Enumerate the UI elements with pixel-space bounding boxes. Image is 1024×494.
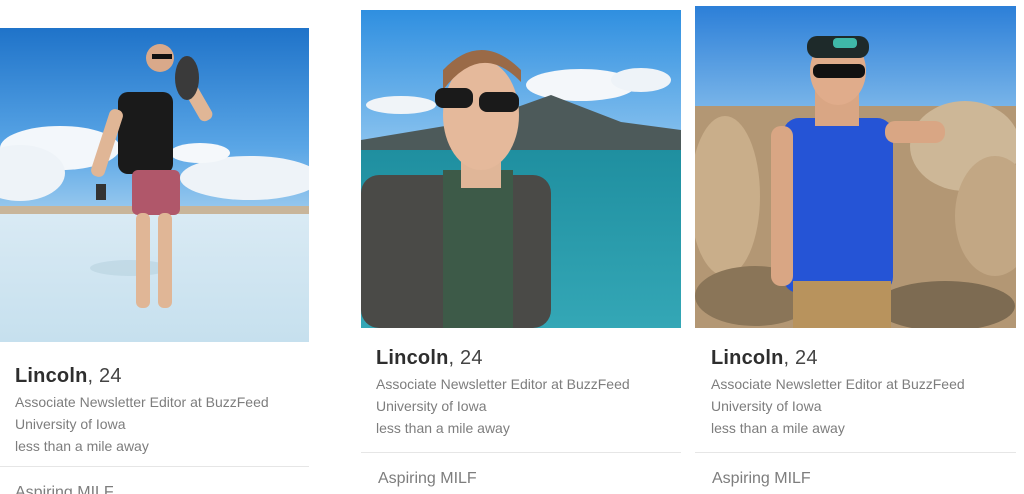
- profile-age: , 24: [87, 365, 122, 387]
- profile-photo-desert[interactable]: [695, 6, 1016, 328]
- profile-card-3[interactable]: Lincoln, 24 Associate Newsletter Editor …: [695, 0, 1016, 494]
- profile-school: University of Iowa: [376, 398, 487, 414]
- profile-name: Lincoln: [711, 347, 784, 369]
- profile-age: , 24: [448, 347, 483, 369]
- profile-name-age: Lincoln, 24: [711, 347, 1016, 370]
- profile-job: Associate Newsletter Editor at BuzzFeed: [15, 394, 269, 410]
- profile-distance: less than a mile away: [711, 420, 845, 436]
- profile-photo-salt-flat[interactable]: [0, 28, 309, 342]
- profile-card-2[interactable]: Lincoln, 24 Associate Newsletter Editor …: [361, 0, 681, 494]
- profile-bio: Aspiring MILF: [378, 470, 477, 487]
- profile-card-1[interactable]: Lincoln, 24 Associate Newsletter Editor …: [0, 0, 309, 494]
- profile-school: University of Iowa: [711, 398, 822, 414]
- profile-bio: Aspiring MILF: [712, 470, 811, 487]
- profile-distance: less than a mile away: [15, 438, 149, 454]
- divider: [361, 452, 681, 453]
- profile-info-1: Lincoln, 24 Associate Newsletter Editor …: [0, 365, 309, 454]
- profile-photo-lake[interactable]: [361, 10, 681, 328]
- divider: [695, 452, 1016, 453]
- profile-name-age: Lincoln, 24: [15, 365, 309, 388]
- profile-age: , 24: [783, 347, 818, 369]
- profile-job: Associate Newsletter Editor at BuzzFeed: [711, 376, 965, 392]
- profile-name: Lincoln: [15, 365, 88, 387]
- profile-name: Lincoln: [376, 347, 449, 369]
- profile-distance: less than a mile away: [376, 420, 510, 436]
- profile-info-3: Lincoln, 24 Associate Newsletter Editor …: [695, 347, 1016, 436]
- profile-bio: Aspiring MILF: [15, 484, 114, 494]
- profile-job: Associate Newsletter Editor at BuzzFeed: [376, 376, 630, 392]
- profile-name-age: Lincoln, 24: [376, 347, 681, 370]
- profile-school: University of Iowa: [15, 416, 126, 432]
- divider: [0, 466, 309, 467]
- profile-info-2: Lincoln, 24 Associate Newsletter Editor …: [361, 347, 681, 436]
